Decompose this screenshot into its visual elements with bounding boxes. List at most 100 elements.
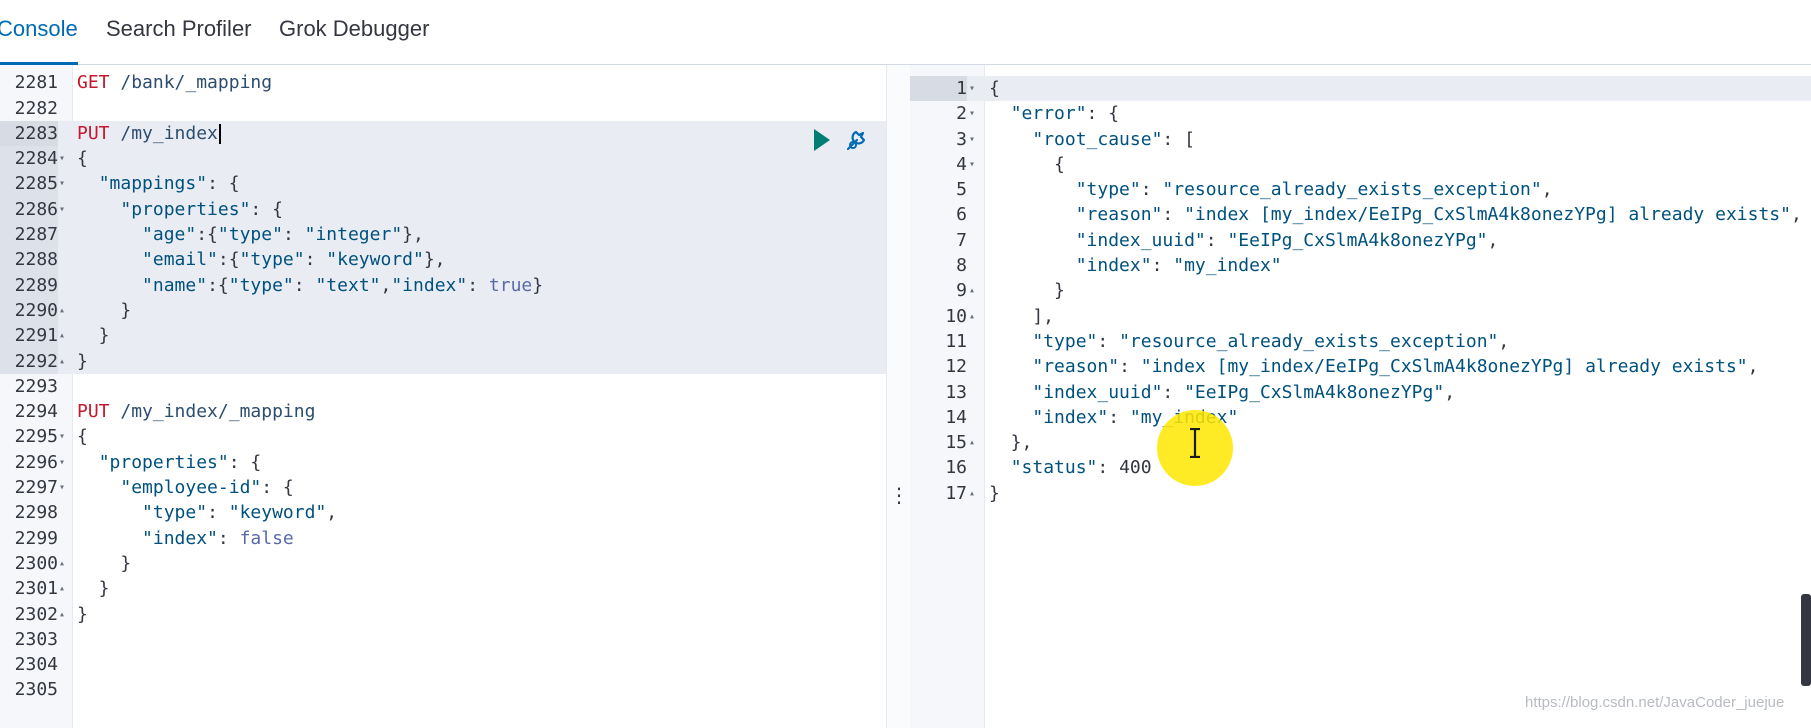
line-number: 4 [956,153,967,175]
line-number: 7 [956,229,967,251]
code-text: "mappings": { [98,173,240,195]
request-line: 2286 ▾ "properties": { [0,196,886,223]
response-line: 11 "type": "resource_already_exists_exce… [910,329,1811,354]
request-line: 2302 ▴} [0,602,886,627]
response-line: 16 "status": 400 [910,455,1811,480]
code-text: "email":{"type": "keyword"}, [142,249,446,271]
response-viewer[interactable]: 1 ▾{2 ▾ "error": {3 ▾ "root_cause": [4 ▾ {5 … [910,65,1811,728]
line-number: 13 [945,381,967,403]
code-text: } [77,578,110,600]
request-line: 2289 "name":{"type": "text","index": tru… [0,272,886,298]
request-line: 2294 PUT /my_index/_mapping [0,399,886,424]
request-line: 2293 [0,374,886,399]
code-text: "age":{"type": "integer"}, [142,224,424,246]
code-text: "name":{"type": "text","index": true} [142,274,544,296]
code-text: "reason": "index [my_index/EeIPg_CxSlmA4… [1032,356,1759,378]
response-line: 5 "type": "resource_already_exists_excep… [910,177,1811,202]
line-number: 2294 [14,401,58,423]
line-number: 2300 [14,552,58,574]
request-line: 2287 "age":{"type": "integer"}, [0,222,886,248]
play-icon[interactable] [814,129,830,151]
code-text: PUT /my_index/_mapping [77,401,316,423]
line-number: 10 [945,305,967,327]
code-text: "status": 400 [1010,457,1152,479]
response-line: 14 "index": "my_index" [910,405,1811,430]
response-line: 3 ▾ "root_cause": [ [910,127,1811,152]
request-line: 2292 ▴} [0,348,886,374]
line-number: 2298 [14,502,58,524]
response-line: 9 ▴ } [910,278,1811,303]
fold-collapse-icon[interactable]: ▾ [59,146,65,171]
fold-collapse-icon[interactable]: ▾ [969,152,975,177]
request-line: 2298 "type": "keyword", [0,500,886,525]
code-text: } [77,603,88,625]
fold-expand-icon[interactable]: ▴ [969,278,975,303]
code-text: PUT /my_index [77,121,221,146]
request-line: 2304 [0,652,886,677]
drag-handle-icon[interactable]: ⋮ [887,485,911,505]
request-line: 2282 [0,96,886,121]
fold-collapse-icon[interactable]: ▾ [969,76,975,101]
fold-collapse-icon[interactable]: ▾ [59,197,65,222]
code-text: "index_uuid": "EeIPg_CxSlmA4k8onezYPg", [1032,381,1456,403]
line-number: 9 [956,280,967,302]
line-number: 2288 [0,247,58,273]
line-number: 2301 [14,578,58,600]
line-number: 2290 [0,297,58,324]
fold-collapse-icon[interactable]: ▾ [59,475,65,500]
line-number: 2295 [14,426,58,448]
request-line: 2288 "email":{"type": "keyword"}, [0,247,886,273]
code-text: "index_uuid": "EeIPg_CxSlmA4k8onezYPg", [1075,229,1499,251]
request-line: 2291 ▴ } [0,323,886,349]
code-text: { [989,153,1065,175]
line-number: 12 [945,356,967,378]
fold-expand-icon[interactable]: ▴ [59,602,65,627]
line-number: 15 [945,432,967,454]
fold-expand-icon[interactable]: ▴ [969,304,975,329]
line-number: 17 [945,482,967,504]
code-text: } [77,325,110,347]
request-line: 2296 ▾ "properties": { [0,450,886,475]
response-line: 1 ▾ { [910,76,1811,102]
text-cursor-icon [1190,428,1200,458]
fold-collapse-icon[interactable]: ▾ [59,171,65,196]
line-number: 2299 [14,527,58,549]
request-line: 2305 [0,677,886,702]
tab-console[interactable]: Console [0,0,78,65]
pane-resizer[interactable]: ⋮ [886,65,912,728]
request-line: 2284 ▾ { [0,146,886,172]
code-text: "reason": "index [my_index/EeIPg_CxSlmA4… [1075,204,1802,226]
request-line: 2290 ▴ } [0,297,886,324]
tab-search-profiler[interactable]: Search Profiler [106,0,252,64]
line-number: 14 [945,406,967,428]
fold-collapse-icon[interactable]: ▾ [59,424,65,449]
response-scrollbar[interactable] [1801,594,1811,686]
code-text: } [77,350,88,372]
fold-expand-icon[interactable]: ▴ [59,576,65,601]
wrench-icon[interactable] [846,130,866,151]
fold-expand-icon[interactable]: ▴ [59,298,65,323]
fold-collapse-icon[interactable]: ▾ [59,450,65,475]
code-text: "properties": { [120,198,283,220]
response-line: 17 ▴} [910,481,1811,506]
fold-collapse-icon[interactable]: ▾ [969,127,975,152]
code-text: "root_cause": [ [1032,128,1195,150]
response-line: 12 "reason": "index [my_index/EeIPg_CxSl… [910,354,1811,379]
code-text: "error": { [1010,103,1120,125]
line-number: 2292 [0,348,58,374]
line-number: 2302 [14,603,58,625]
line-number: 2293 [14,375,58,397]
fold-expand-icon[interactable]: ▴ [59,323,65,348]
fold-expand-icon[interactable]: ▴ [969,481,975,506]
request-editor[interactable]: 22802281GET /bank/_mapping22822283PUT /m… [0,65,886,728]
tab-grok-debugger[interactable]: Grok Debugger [279,0,429,64]
code-text: "properties": { [98,451,262,473]
line-number: 2305 [14,679,58,701]
request-lines: 22802281GET /bank/_mapping22822283PUT /m… [0,65,886,703]
code-text: "type": "keyword", [142,502,338,524]
fold-expand-icon[interactable]: ▴ [969,430,975,455]
line-number: 2285 [0,171,58,197]
fold-expand-icon[interactable]: ▴ [59,551,65,576]
fold-expand-icon[interactable]: ▴ [59,349,65,374]
fold-collapse-icon[interactable]: ▾ [969,101,975,126]
